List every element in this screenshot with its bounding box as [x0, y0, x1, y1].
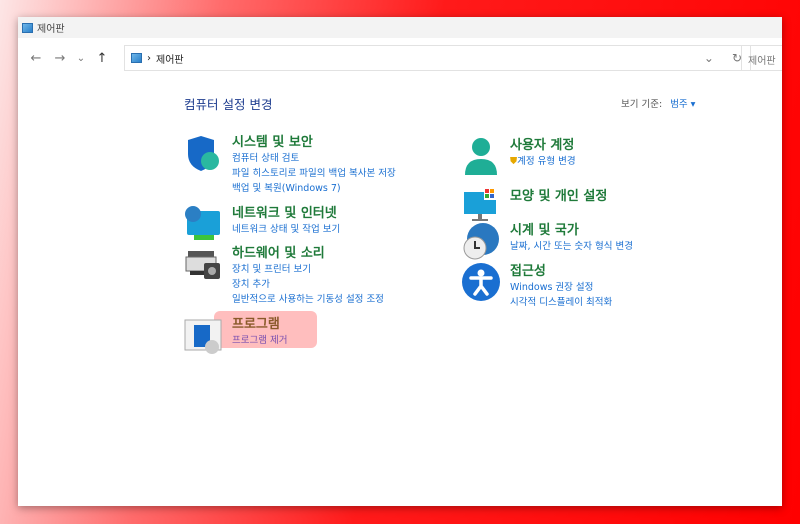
category-link[interactable]: 컴퓨터 상태 검토	[232, 151, 396, 166]
clock-globe-icon	[462, 222, 500, 260]
category-link[interactable]: 파일 히스토리로 파일의 백업 복사본 저장	[232, 166, 396, 181]
category-link[interactable]: 날짜, 시간 또는 숫자 형식 변경	[510, 239, 633, 254]
shield-icon	[184, 134, 222, 172]
network-globe-icon	[184, 205, 222, 243]
category-title[interactable]: 사용자 계정	[510, 137, 576, 154]
category-appearance: 모양 및 개인 설정	[462, 186, 607, 224]
accessibility-icon	[462, 263, 500, 301]
category-link[interactable]: 장치 및 프린터 보기	[232, 262, 384, 277]
title-bar: 제어판	[18, 17, 782, 38]
category-clock-region: 시계 및 국가 날짜, 시간 또는 숫자 형식 변경	[462, 222, 633, 260]
category-network-internet: 네트워크 및 인터넷 네트워크 상태 및 작업 보기	[184, 205, 340, 243]
category-link[interactable]: 일반적으로 사용하는 기동성 설정 조정	[232, 292, 384, 307]
view-by-dropdown[interactable]: 범주 ▾	[670, 99, 695, 110]
category-title[interactable]: 하드웨어 및 소리	[232, 245, 384, 262]
category-accessibility: 접근성 Windows 권장 설정 시각적 디스플레이 최적화	[462, 263, 612, 310]
view-by-label: 보기 기준:	[621, 99, 663, 110]
category-hardware-sound: 하드웨어 및 소리 장치 및 프린터 보기 장치 추가 일반적으로 사용하는 기…	[184, 245, 384, 307]
category-link[interactable]: Windows 권장 설정	[510, 280, 612, 295]
page-title: 컴퓨터 설정 변경	[184, 97, 273, 112]
category-link[interactable]: 프로그램 제거	[232, 333, 287, 348]
category-user-accounts: 사용자 계정 ⛊계정 유형 변경	[462, 137, 576, 175]
category-link[interactable]: 시각적 디스플레이 최적화	[510, 295, 612, 310]
category-link[interactable]: 백업 및 복원(Windows 7)	[232, 181, 396, 196]
link-text: 계정 유형 변경	[517, 156, 576, 167]
breadcrumb-control-panel[interactable]: 제어판	[156, 51, 184, 66]
forward-button[interactable]: →	[48, 51, 72, 66]
printer-icon	[184, 245, 222, 283]
control-panel-icon	[131, 53, 142, 63]
up-button[interactable]: ↑	[90, 51, 114, 66]
user-icon	[462, 137, 500, 175]
category-title[interactable]: 시계 및 국가	[510, 222, 633, 239]
view-by: 보기 기준: 범주 ▾	[621, 96, 695, 110]
category-title[interactable]: 시스템 및 보안	[232, 134, 396, 151]
window-title: 제어판	[37, 24, 65, 35]
category-title[interactable]: 접근성	[510, 263, 612, 280]
back-button[interactable]: ←	[24, 51, 48, 66]
control-panel-icon	[22, 22, 33, 33]
address-dropdown-button[interactable]: ⌄	[704, 51, 714, 65]
monitor-palette-icon	[462, 186, 500, 224]
category-title[interactable]: 네트워크 및 인터넷	[232, 205, 340, 222]
search-input[interactable]: 제어판	[741, 45, 782, 71]
address-bar[interactable]: › 제어판 ⌄ ↻	[124, 45, 751, 71]
control-panel-window: 제어판 ← → ⌄ ↑ › 제어판 ⌄ ↻ 제어판 컴퓨터 설정 변경 보기 기준…	[18, 17, 782, 506]
category-title[interactable]: 모양 및 개인 설정	[510, 188, 607, 205]
category-link[interactable]: 장치 추가	[232, 277, 384, 292]
category-system-security: 시스템 및 보안 컴퓨터 상태 검토 파일 히스토리로 파일의 백업 복사본 저…	[184, 134, 396, 196]
breadcrumb-separator: ›	[147, 52, 151, 64]
category-link[interactable]: ⛊계정 유형 변경	[510, 154, 576, 169]
category-title[interactable]: 프로그램	[232, 316, 287, 333]
category-link[interactable]: 네트워크 상태 및 작업 보기	[232, 222, 340, 237]
recent-locations-button[interactable]: ⌄	[72, 53, 90, 64]
category-programs: 프로그램 프로그램 제거	[184, 316, 287, 354]
programs-icon	[184, 316, 222, 354]
